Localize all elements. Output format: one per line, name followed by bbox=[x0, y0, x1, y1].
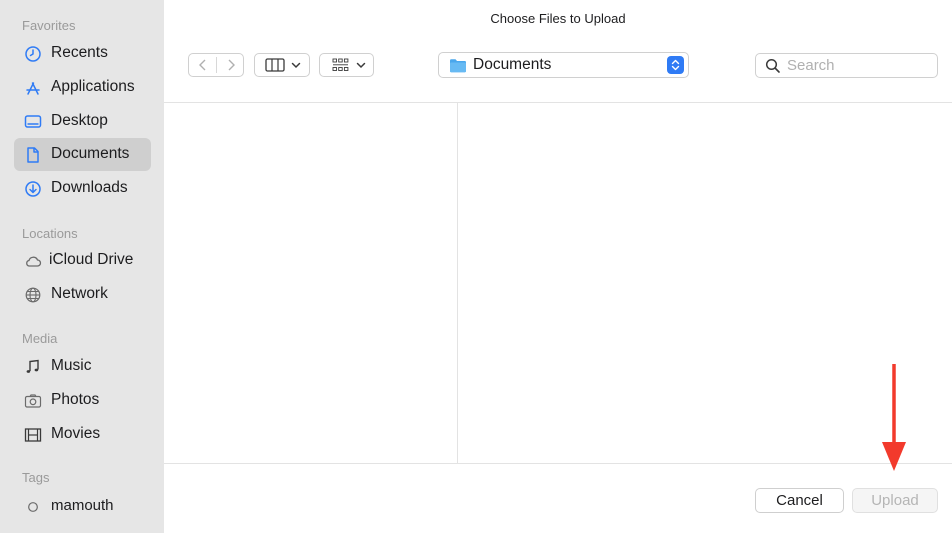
view-mode-button[interactable] bbox=[254, 53, 310, 77]
document-icon bbox=[27, 147, 39, 163]
columns-view-icon bbox=[265, 58, 285, 72]
media-section-title: Media bbox=[22, 331, 58, 346]
browser-column-1[interactable] bbox=[164, 103, 457, 463]
tag-circle-icon bbox=[28, 502, 38, 512]
cancel-button[interactable]: Cancel bbox=[755, 488, 844, 513]
folder-icon bbox=[450, 59, 466, 73]
sidebar-item-icloud-drive[interactable]: iCloud Drive bbox=[14, 244, 151, 277]
chevron-left-icon bbox=[199, 59, 206, 71]
popup-stepper-icon bbox=[667, 56, 684, 74]
search-field[interactable] bbox=[755, 53, 938, 78]
sidebar-item-documents[interactable]: Documents bbox=[14, 138, 151, 171]
favorites-section-title: Favorites bbox=[22, 18, 76, 33]
sidebar-item-label: Applications bbox=[51, 78, 135, 95]
forward-button[interactable] bbox=[217, 54, 244, 76]
tags-section-title: Tags bbox=[22, 470, 50, 485]
footer-divider bbox=[164, 463, 952, 464]
sidebar-item-desktop[interactable]: Desktop bbox=[14, 105, 151, 138]
sidebar-item-tag-mamouth[interactable]: mamouth bbox=[14, 490, 151, 523]
location-label: Documents bbox=[473, 56, 552, 73]
chevron-down-icon bbox=[356, 62, 366, 69]
sidebar-item-label: Desktop bbox=[51, 112, 108, 129]
sidebar-item-music[interactable]: Music bbox=[14, 350, 151, 383]
sidebar-item-label: Downloads bbox=[51, 179, 128, 196]
group-by-button[interactable] bbox=[319, 53, 374, 77]
sidebar-item-network[interactable]: Network bbox=[14, 278, 151, 311]
back-button[interactable] bbox=[189, 54, 216, 76]
sidebar-item-label: iCloud Drive bbox=[49, 251, 134, 268]
applications-icon bbox=[26, 82, 40, 95]
sidebar-item-label: mamouth bbox=[51, 497, 114, 514]
sidebar: Favorites Recents Applications Desktop D… bbox=[0, 0, 164, 533]
sidebar-item-label: Network bbox=[51, 285, 108, 302]
sidebar-item-movies[interactable]: Movies bbox=[14, 418, 151, 451]
download-icon bbox=[25, 181, 41, 197]
chevron-right-icon bbox=[228, 59, 235, 71]
group-grid-icon bbox=[332, 58, 349, 71]
search-input[interactable] bbox=[787, 56, 927, 75]
globe-icon bbox=[25, 287, 41, 303]
music-note-icon bbox=[26, 359, 39, 373]
sidebar-item-label: Movies bbox=[51, 425, 101, 442]
chevron-down-icon bbox=[291, 62, 301, 69]
sidebar-item-label: Recents bbox=[51, 44, 108, 61]
back-forward-control bbox=[188, 53, 244, 77]
sidebar-item-label: Music bbox=[51, 357, 92, 374]
window-title: Choose Files to Upload bbox=[490, 11, 626, 26]
search-icon bbox=[765, 58, 780, 73]
cloud-icon bbox=[26, 256, 42, 267]
sidebar-item-downloads[interactable]: Downloads bbox=[14, 172, 151, 205]
clock-icon bbox=[25, 46, 41, 62]
film-icon bbox=[24, 428, 42, 442]
browser-column-2[interactable] bbox=[458, 103, 952, 463]
desktop-icon bbox=[24, 115, 42, 128]
sidebar-item-recents[interactable]: Recents bbox=[14, 37, 151, 70]
upload-button[interactable]: Upload bbox=[852, 488, 938, 513]
sidebar-item-photos[interactable]: Photos bbox=[14, 384, 151, 417]
sidebar-item-applications[interactable]: Applications bbox=[14, 71, 151, 104]
location-popup[interactable]: Documents bbox=[438, 52, 689, 78]
red-arrow-annotation bbox=[882, 364, 906, 471]
sidebar-item-label: Photos bbox=[51, 391, 100, 408]
camera-icon bbox=[24, 394, 42, 408]
locations-section-title: Locations bbox=[22, 226, 78, 241]
sidebar-item-label: Documents bbox=[51, 145, 130, 162]
